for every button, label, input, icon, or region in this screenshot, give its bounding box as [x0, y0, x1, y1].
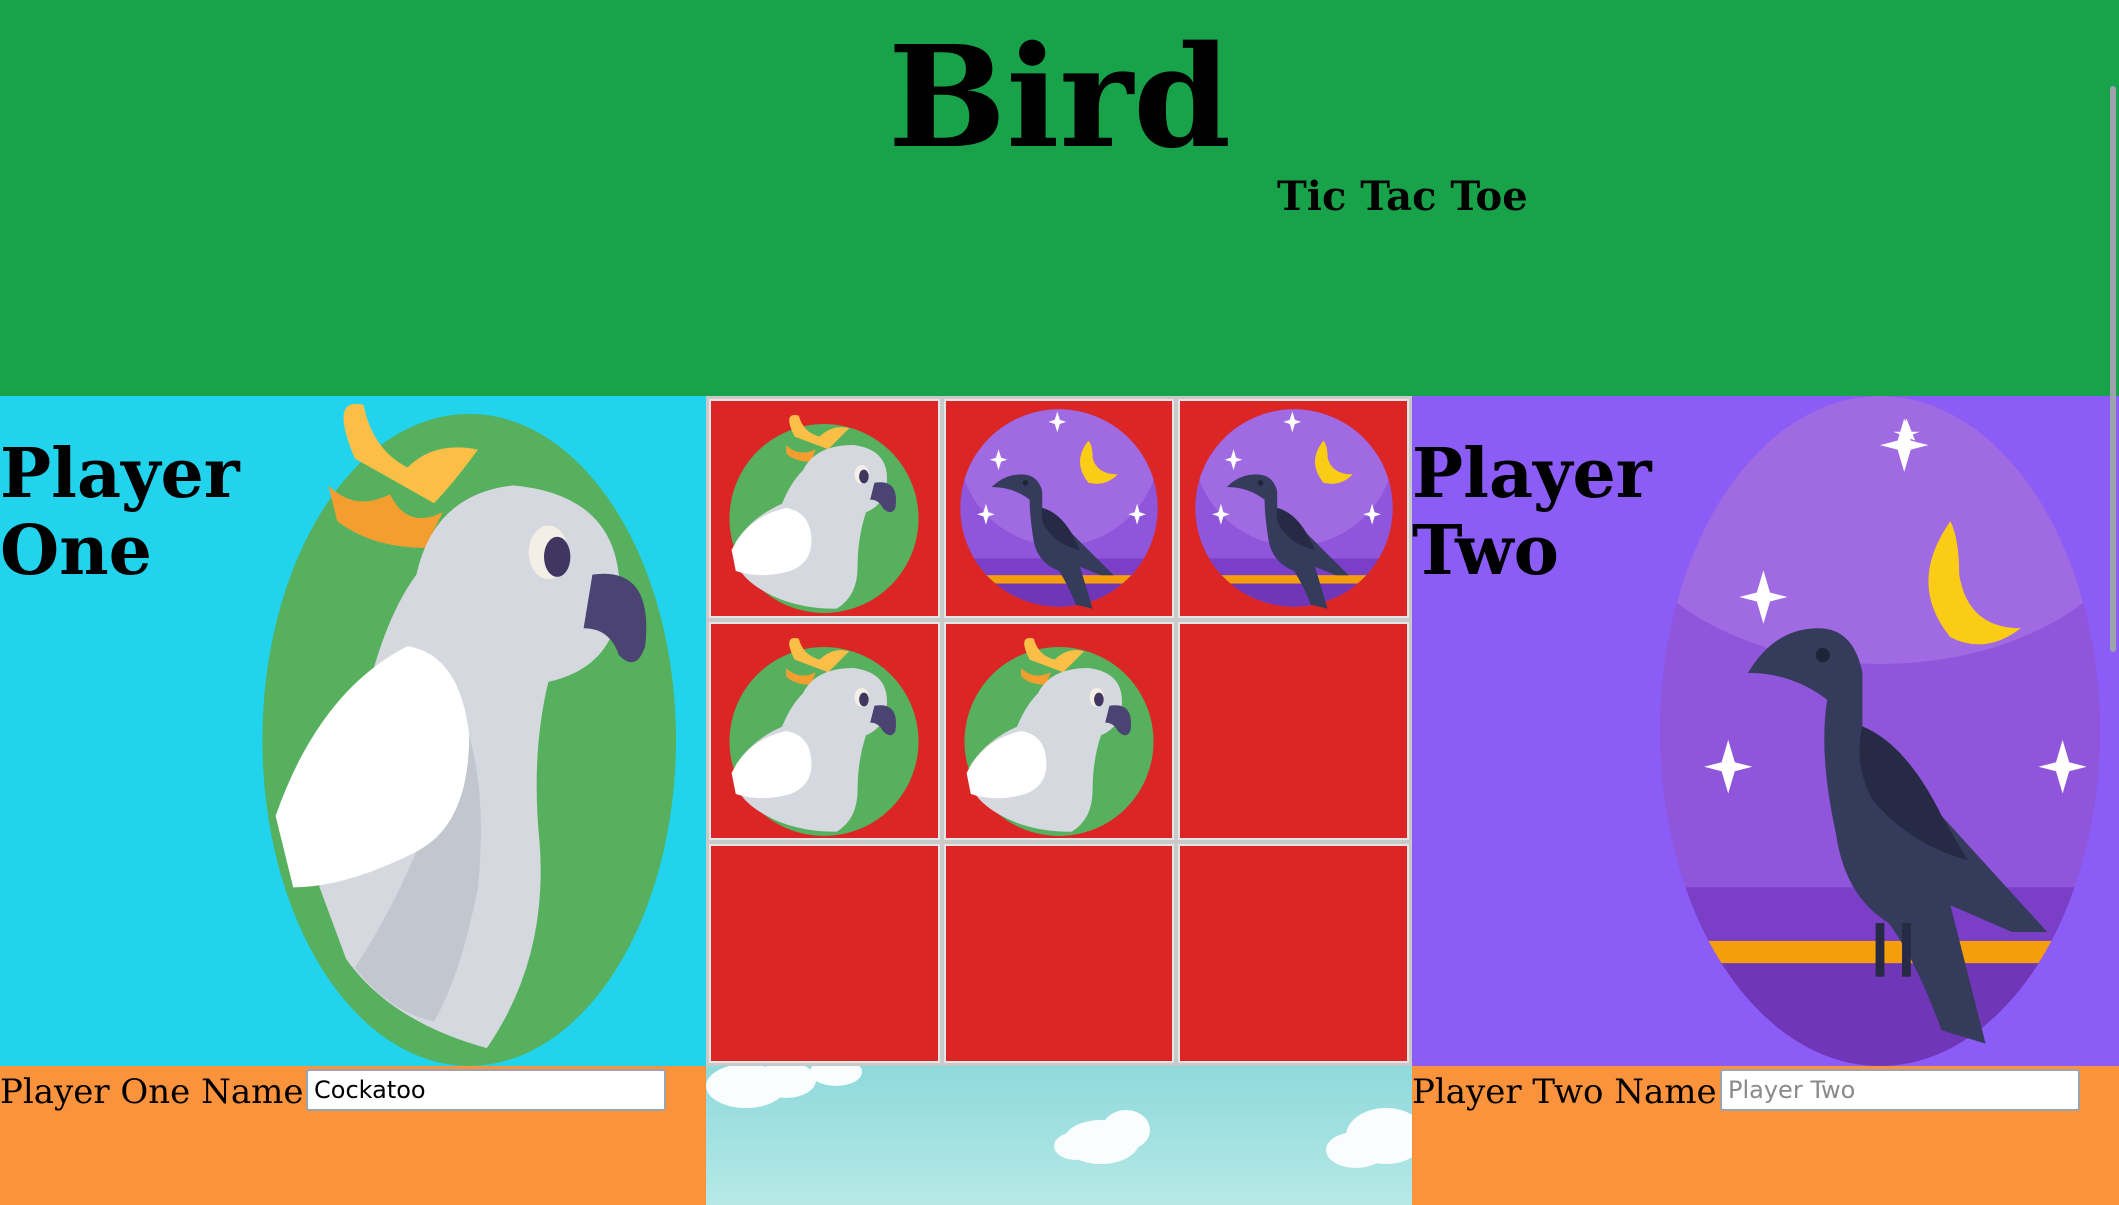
player-one-name-input[interactable] — [306, 1069, 666, 1111]
board-cell-6[interactable] — [1178, 621, 1409, 841]
player-one-heading: Player One — [0, 434, 240, 591]
player-two-name-input[interactable] — [1720, 1069, 2080, 1111]
player-two-name-label: Player Two Name: — [1412, 1072, 1729, 1112]
crow-icon — [960, 409, 1158, 610]
board-cell-4[interactable] — [709, 621, 940, 841]
player-two-panel: Player Two — [1412, 396, 2119, 1066]
board-cell-1[interactable] — [709, 399, 940, 618]
player-one-panel: Player One — [0, 396, 706, 1066]
game-title: Bird — [887, 16, 1232, 180]
crow-icon — [1194, 409, 1393, 610]
page-scrollbar[interactable] — [2110, 86, 2116, 652]
board-cell-2[interactable] — [943, 399, 1175, 618]
cockatoo-icon — [729, 415, 919, 614]
header-banner: Bird Tic Tac Toe — [0, 0, 2119, 396]
board-cell-3[interactable] — [1178, 399, 1409, 618]
board-cell-8[interactable] — [943, 844, 1175, 1063]
player-one-name-label: Player One Name: — [0, 1072, 315, 1112]
player-two-heading: Player Two — [1412, 434, 1652, 591]
cockatoo-icon — [964, 637, 1154, 836]
board-cell-9[interactable] — [1178, 844, 1409, 1063]
game-subtitle: Tic Tac Toe — [1277, 173, 1528, 220]
cockatoo-icon — [729, 637, 919, 836]
cloud-icon — [706, 1066, 1412, 1168]
game-board — [706, 396, 1412, 1066]
board-cell-5[interactable] — [943, 621, 1175, 841]
sky-footer — [706, 1066, 1412, 1205]
board-cell-7[interactable] — [709, 844, 940, 1063]
